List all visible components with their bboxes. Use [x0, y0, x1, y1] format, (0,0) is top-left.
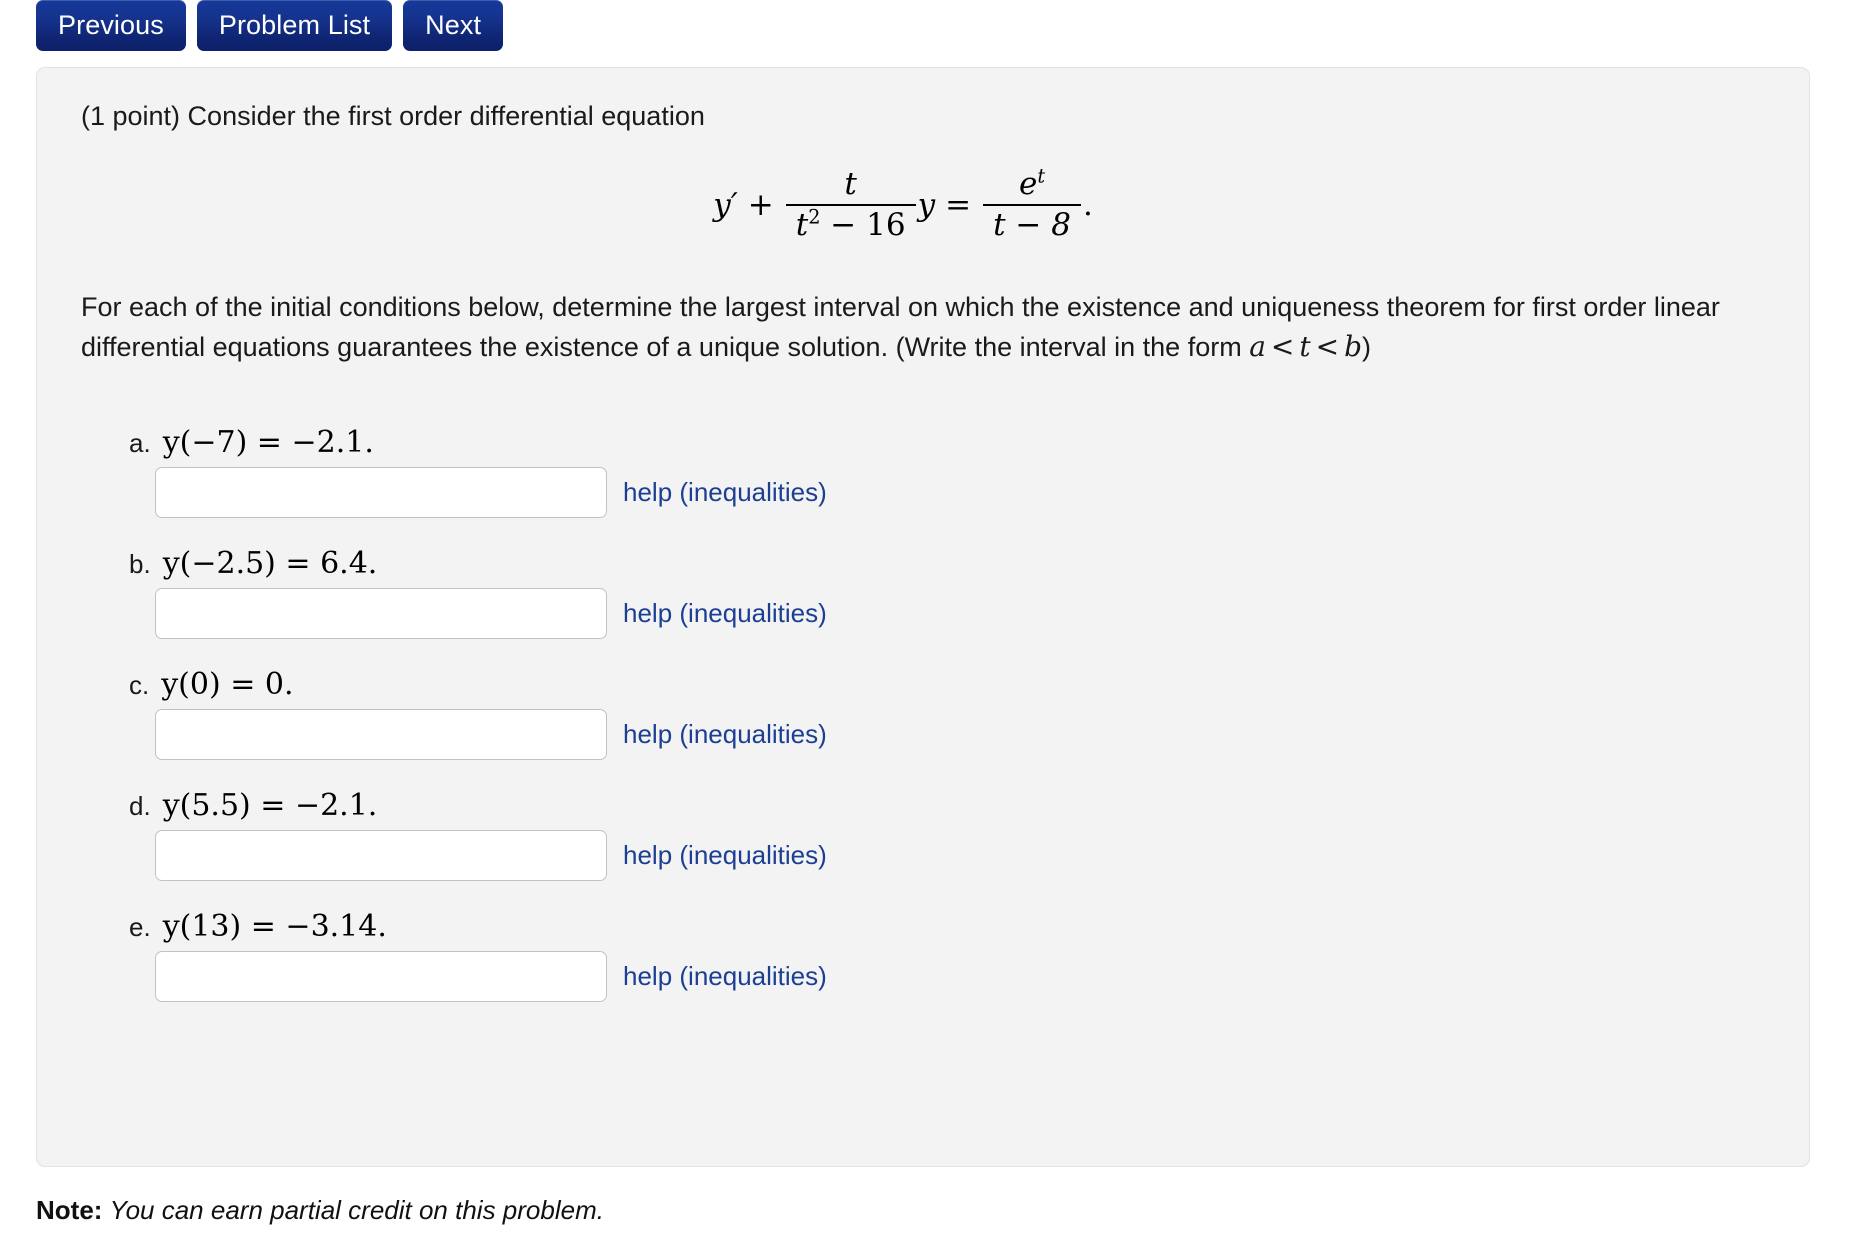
denominator-exponent: 2 — [808, 205, 821, 229]
help-inequalities-link-e[interactable]: help (inequalities) — [623, 961, 827, 992]
help-inequalities-link-b[interactable]: help (inequalities) — [623, 598, 827, 629]
answer-input-d[interactable] — [155, 830, 607, 882]
help-inequalities-link-d[interactable]: help (inequalities) — [623, 840, 827, 871]
answer-item-c: c. y(0) = 0. help (inequalities) — [81, 667, 1765, 761]
denominator-base: t — [795, 206, 809, 243]
problem-panel: (1 point) Consider the first order diffe… — [36, 67, 1810, 1167]
answer-item-e: e. y(13) = −3.14. help (inequalities) — [81, 909, 1765, 1003]
differential-equation: y ′ + t t2 − 16 y = et t − 8 . — [81, 165, 1765, 243]
answer-input-c[interactable] — [155, 709, 607, 761]
interval-var-t: t — [1299, 329, 1311, 363]
note-text: You can earn partial credit on this prob… — [109, 1195, 604, 1225]
rhs-numerator: et — [1009, 165, 1055, 204]
equation-y-lhs: y — [713, 186, 731, 223]
initial-condition-c: y(0) = 0. — [161, 667, 294, 703]
answer-input-e[interactable] — [155, 951, 607, 1003]
interval-var-a: a — [1249, 329, 1266, 363]
previous-button[interactable]: Previous — [36, 0, 186, 51]
interval-rel-1: < — [1270, 329, 1295, 363]
partial-credit-note: Note: You can earn partial credit on thi… — [36, 1195, 1854, 1226]
answer-label-d: d. — [129, 791, 151, 822]
interval-var-b: b — [1344, 329, 1363, 363]
condition-line-b: b. y(−2.5) = 6.4. — [81, 546, 1765, 581]
answer-input-a[interactable] — [155, 467, 607, 519]
coefficient-denominator: t2 − 16 — [785, 203, 916, 243]
answer-item-b: b. y(−2.5) = 6.4. help (inequalities) — [81, 546, 1765, 640]
coefficient-numerator: t — [844, 166, 857, 203]
answer-item-d: d. y(5.5) = −2.1. help (inequalities) — [81, 788, 1765, 882]
answer-row-e: help (inequalities) — [81, 951, 1765, 1003]
answer-row-a: help (inequalities) — [81, 467, 1765, 519]
equation-expression: y ′ + t t2 − 16 y = et t − 8 . — [713, 165, 1093, 243]
answers-list: a. y(−7) = −2.1. help (inequalities) b. … — [81, 425, 1765, 1003]
interval-form-math: a < t < b — [1249, 330, 1362, 363]
rhs-numerator-exponent: t — [1037, 165, 1046, 189]
answer-label-e: e. — [129, 912, 151, 943]
denominator-rest: − 16 — [830, 206, 906, 243]
equation-prime: ′ — [730, 186, 738, 223]
initial-condition-b: y(−2.5) = 6.4. — [162, 546, 378, 582]
initial-condition-d: y(5.5) = −2.1. — [162, 788, 378, 824]
condition-line-c: c. y(0) = 0. — [81, 667, 1765, 702]
answer-item-a: a. y(−7) = −2.1. help (inequalities) — [81, 425, 1765, 519]
initial-condition-e: y(13) = −3.14. — [162, 909, 387, 945]
help-inequalities-link-c[interactable]: help (inequalities) — [623, 719, 827, 750]
equation-rhs-fraction: et t − 8 — [983, 165, 1081, 242]
equation-coefficient-fraction: t t2 − 16 — [785, 166, 916, 243]
rhs-numerator-base: e — [1018, 166, 1038, 203]
condition-line-d: d. y(5.5) = −2.1. — [81, 788, 1765, 823]
answer-row-c: help (inequalities) — [81, 709, 1765, 761]
equation-y-coefficient-target: y — [917, 186, 936, 223]
answer-label-a: a. — [129, 428, 151, 459]
answer-row-b: help (inequalities) — [81, 588, 1765, 640]
navigation-bar: Previous Problem List Next — [0, 0, 1854, 53]
answer-label-c: c. — [129, 670, 150, 701]
next-button[interactable]: Next — [403, 0, 504, 51]
rhs-denominator: t − 8 — [983, 203, 1081, 242]
equation-period: . — [1082, 186, 1093, 223]
point-value-text: (1 point) Consider the first order diffe… — [81, 101, 705, 131]
initial-condition-a: y(−7) = −2.1. — [162, 425, 374, 461]
condition-line-e: e. y(13) = −3.14. — [81, 909, 1765, 944]
condition-line-a: a. y(−7) = −2.1. — [81, 425, 1765, 460]
instructions-paragraph: For each of the initial conditions below… — [81, 288, 1765, 368]
equation-plus-operator: + — [747, 186, 774, 223]
equation-equals-operator: = — [945, 186, 972, 223]
problem-list-button[interactable]: Problem List — [196, 0, 393, 51]
answer-label-b: b. — [129, 549, 151, 580]
interval-rel-2: < — [1315, 329, 1340, 363]
instructions-text-end: ) — [1362, 331, 1372, 362]
answer-row-d: help (inequalities) — [81, 830, 1765, 882]
help-inequalities-link-a[interactable]: help (inequalities) — [623, 477, 827, 508]
answer-input-b[interactable] — [155, 588, 607, 640]
instructions-text: For each of the initial conditions below… — [81, 291, 1720, 362]
note-label: Note: — [36, 1195, 103, 1225]
